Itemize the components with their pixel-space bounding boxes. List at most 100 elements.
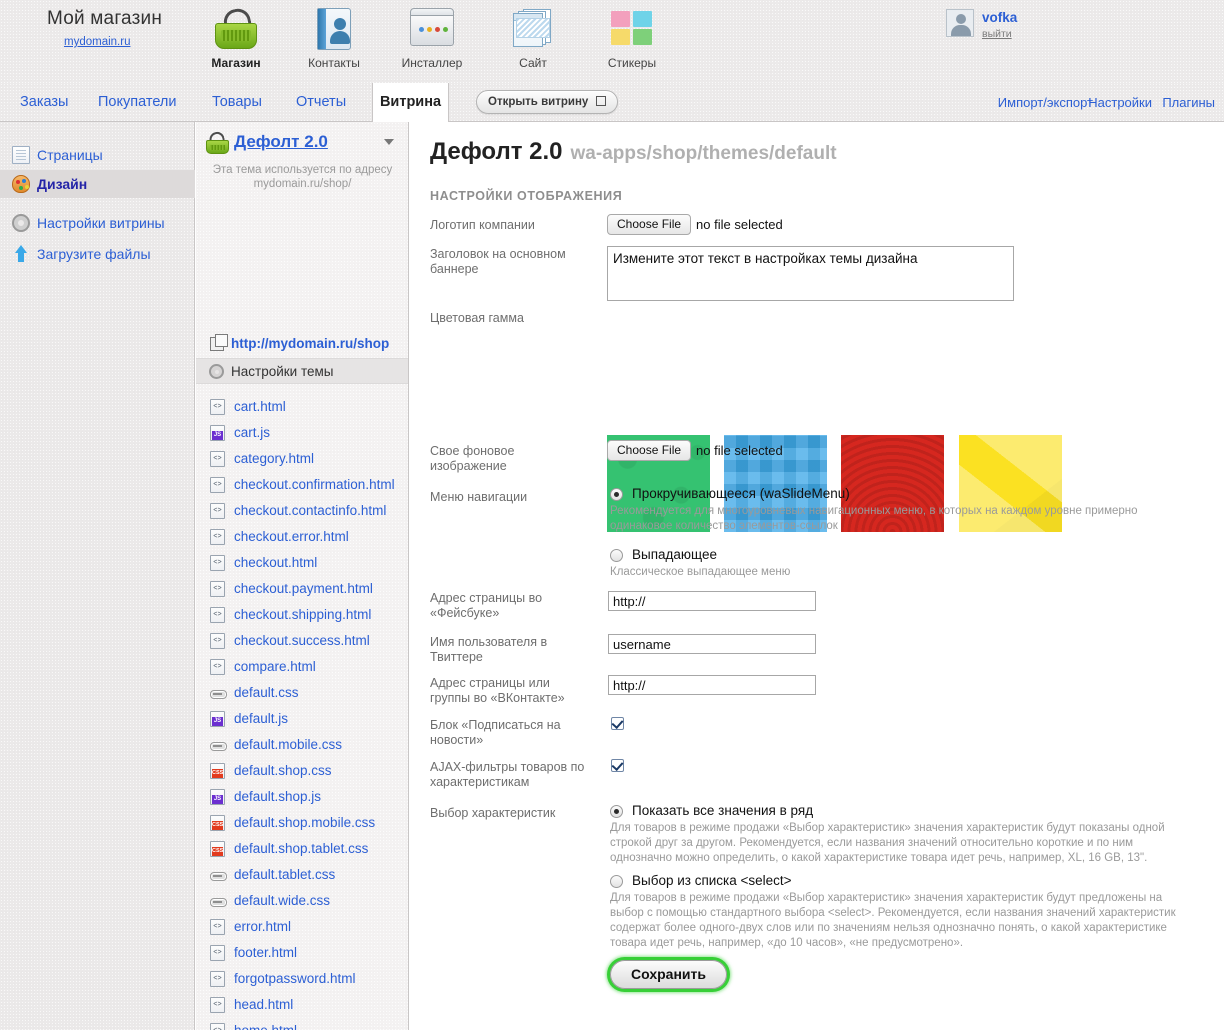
- tab-reports[interactable]: Отчеты: [284, 83, 358, 122]
- page-title: Дефолт 2.0 wa-apps/shop/themes/default: [430, 138, 837, 166]
- plain-file-icon: [210, 737, 227, 753]
- theme-file-row[interactable]: default.css: [196, 680, 408, 706]
- ajax-filters-checkbox[interactable]: [611, 759, 624, 772]
- theme-file-name: error.html: [234, 919, 292, 934]
- background-image-file-field[interactable]: Choose File no file selected: [607, 440, 783, 461]
- storefront-url-link[interactable]: http://mydomain.ru/shop: [231, 336, 389, 351]
- nav-plugins[interactable]: Плагины: [1162, 83, 1215, 122]
- app-icon-stikery[interactable]: Стикеры: [586, 6, 678, 70]
- theme-file-row[interactable]: category.html: [196, 446, 408, 472]
- theme-file-name: default.shop.mobile.css: [234, 815, 376, 830]
- theme-file-row[interactable]: head.html: [196, 992, 408, 1018]
- facebook-input[interactable]: [608, 591, 816, 611]
- app-header: Мой магазин mydomain.ru Магазин Контакты…: [0, 0, 1224, 83]
- theme-file-row[interactable]: error.html: [196, 914, 408, 940]
- label-vk: Адрес страницы или группы во «ВКонтакте»: [430, 676, 565, 705]
- theme-file-row[interactable]: default.mobile.css: [196, 732, 408, 758]
- sidebar-item-pages[interactable]: Страницы: [0, 141, 195, 169]
- theme-file-row[interactable]: default.tablet.css: [196, 862, 408, 888]
- nav-settings[interactable]: Настройки: [1088, 83, 1152, 122]
- theme-file-row[interactable]: footer.html: [196, 940, 408, 966]
- logo-file-field[interactable]: Choose File no file selected: [607, 214, 783, 235]
- theme-file-row[interactable]: checkout.contactinfo.html: [196, 498, 408, 524]
- sidebar-item-upload-files[interactable]: Загрузите файлы: [0, 240, 195, 268]
- theme-file-row[interactable]: default.wide.css: [196, 888, 408, 914]
- app-icon-kontakty[interactable]: Контакты: [288, 6, 380, 70]
- installer-icon: [386, 6, 478, 52]
- theme-file-row[interactable]: home.html: [196, 1018, 408, 1030]
- radio-feature-select-label: Выбор из списка <select>: [632, 873, 792, 888]
- theme-file-name: category.html: [234, 451, 315, 466]
- theme-file-name: footer.html: [234, 945, 298, 960]
- tab-orders[interactable]: Заказы: [8, 83, 80, 122]
- theme-file-row[interactable]: cart.js: [196, 420, 408, 446]
- theme-file-row[interactable]: cart.html: [196, 394, 408, 420]
- plain-file-icon: [210, 867, 227, 883]
- label-background-image: Свое фоновое изображение: [430, 444, 515, 473]
- radio-nav-dropdown[interactable]: [610, 549, 623, 562]
- theme-file-list: cart.html cart.js category.html checkout.co…: [196, 394, 408, 1030]
- basket-icon: [190, 6, 282, 52]
- theme-file-row[interactable]: default.shop.tablet.css: [196, 836, 408, 862]
- theme-file-row[interactable]: checkout.success.html: [196, 628, 408, 654]
- sidebar-item-label: Загрузите файлы: [37, 246, 151, 262]
- tab-products[interactable]: Товары: [200, 83, 274, 122]
- user-name-link[interactable]: vofka: [982, 10, 1017, 25]
- theme-file-row[interactable]: checkout.shipping.html: [196, 602, 408, 628]
- csr-file-icon: [210, 763, 225, 779]
- theme-file-name: default.mobile.css: [234, 737, 343, 752]
- theme-file-name: checkout.error.html: [234, 529, 349, 544]
- choose-file-button[interactable]: Choose File: [607, 440, 692, 461]
- radio-feature-inline[interactable]: [610, 805, 623, 818]
- sidebar-item-design[interactable]: Дизайн: [0, 170, 195, 198]
- nav-import-export[interactable]: Импорт/экспорт: [998, 83, 1093, 122]
- chevron-down-icon[interactable]: [384, 139, 394, 145]
- tab-storefront[interactable]: Витрина: [372, 83, 449, 123]
- theme-settings-item[interactable]: Настройки темы: [196, 358, 408, 384]
- open-storefront-button[interactable]: Открыть витрину: [476, 90, 618, 114]
- radio-nav-slide[interactable]: [610, 488, 623, 501]
- page-icon: [12, 146, 30, 164]
- app-icon-label: Контакты: [308, 56, 360, 70]
- theme-file-row[interactable]: checkout.payment.html: [196, 576, 408, 602]
- subscribe-block-checkbox[interactable]: [611, 717, 624, 730]
- theme-file-row[interactable]: forgotpassword.html: [196, 966, 408, 992]
- theme-file-row[interactable]: default.shop.mobile.css: [196, 810, 408, 836]
- shop-domain-link[interactable]: mydomain.ru: [64, 36, 130, 48]
- app-icon-label: Магазин: [211, 56, 261, 70]
- theme-name-link[interactable]: Дефолт 2.0: [234, 132, 328, 152]
- save-button[interactable]: Сохранить: [610, 960, 727, 989]
- tab-customers[interactable]: Покупатели: [86, 83, 188, 122]
- theme-file-row[interactable]: default.shop.js: [196, 784, 408, 810]
- sidebar-item-storefront-settings[interactable]: Настройки витрины: [0, 209, 195, 237]
- label-feature-select: Выбор характеристик: [430, 806, 556, 820]
- theme-file-name: head.html: [234, 997, 294, 1012]
- theme-file-row[interactable]: default.shop.css: [196, 758, 408, 784]
- plain-file-icon: [210, 685, 227, 701]
- label-logo: Логотип компании: [430, 218, 535, 232]
- theme-file-row[interactable]: checkout.confirmation.html: [196, 472, 408, 498]
- theme-file-row[interactable]: default.js: [196, 706, 408, 732]
- twitter-input[interactable]: [608, 634, 816, 654]
- radio-feature-select[interactable]: [610, 875, 623, 888]
- choose-file-button[interactable]: Choose File: [607, 214, 692, 235]
- logout-link[interactable]: выйти: [982, 28, 1012, 40]
- theme-file-row[interactable]: checkout.error.html: [196, 524, 408, 550]
- app-icon-magazin[interactable]: Магазин: [190, 6, 282, 70]
- theme-file-name: default.css: [234, 685, 299, 700]
- vk-input[interactable]: [608, 675, 816, 695]
- theme-file-name: checkout.success.html: [234, 633, 370, 648]
- html-file-icon: [210, 997, 225, 1013]
- theme-file-row[interactable]: compare.html: [196, 654, 408, 680]
- site-icon: [487, 6, 579, 52]
- html-file-icon: [210, 971, 225, 987]
- no-file-label: no file selected: [696, 217, 783, 232]
- radio-nav-dropdown-label: Выпадающее: [632, 547, 718, 562]
- app-icon-installer[interactable]: Инсталлер: [386, 6, 478, 70]
- banner-title-textarea[interactable]: [607, 246, 1014, 301]
- theme-file-row[interactable]: checkout.html: [196, 550, 408, 576]
- html-file-icon: [210, 659, 225, 675]
- user-box[interactable]: vofka выйти: [946, 9, 1066, 49]
- label-facebook: Адрес страницы во «Фейсбуке»: [430, 591, 543, 620]
- app-icon-sait[interactable]: Сайт: [487, 6, 579, 70]
